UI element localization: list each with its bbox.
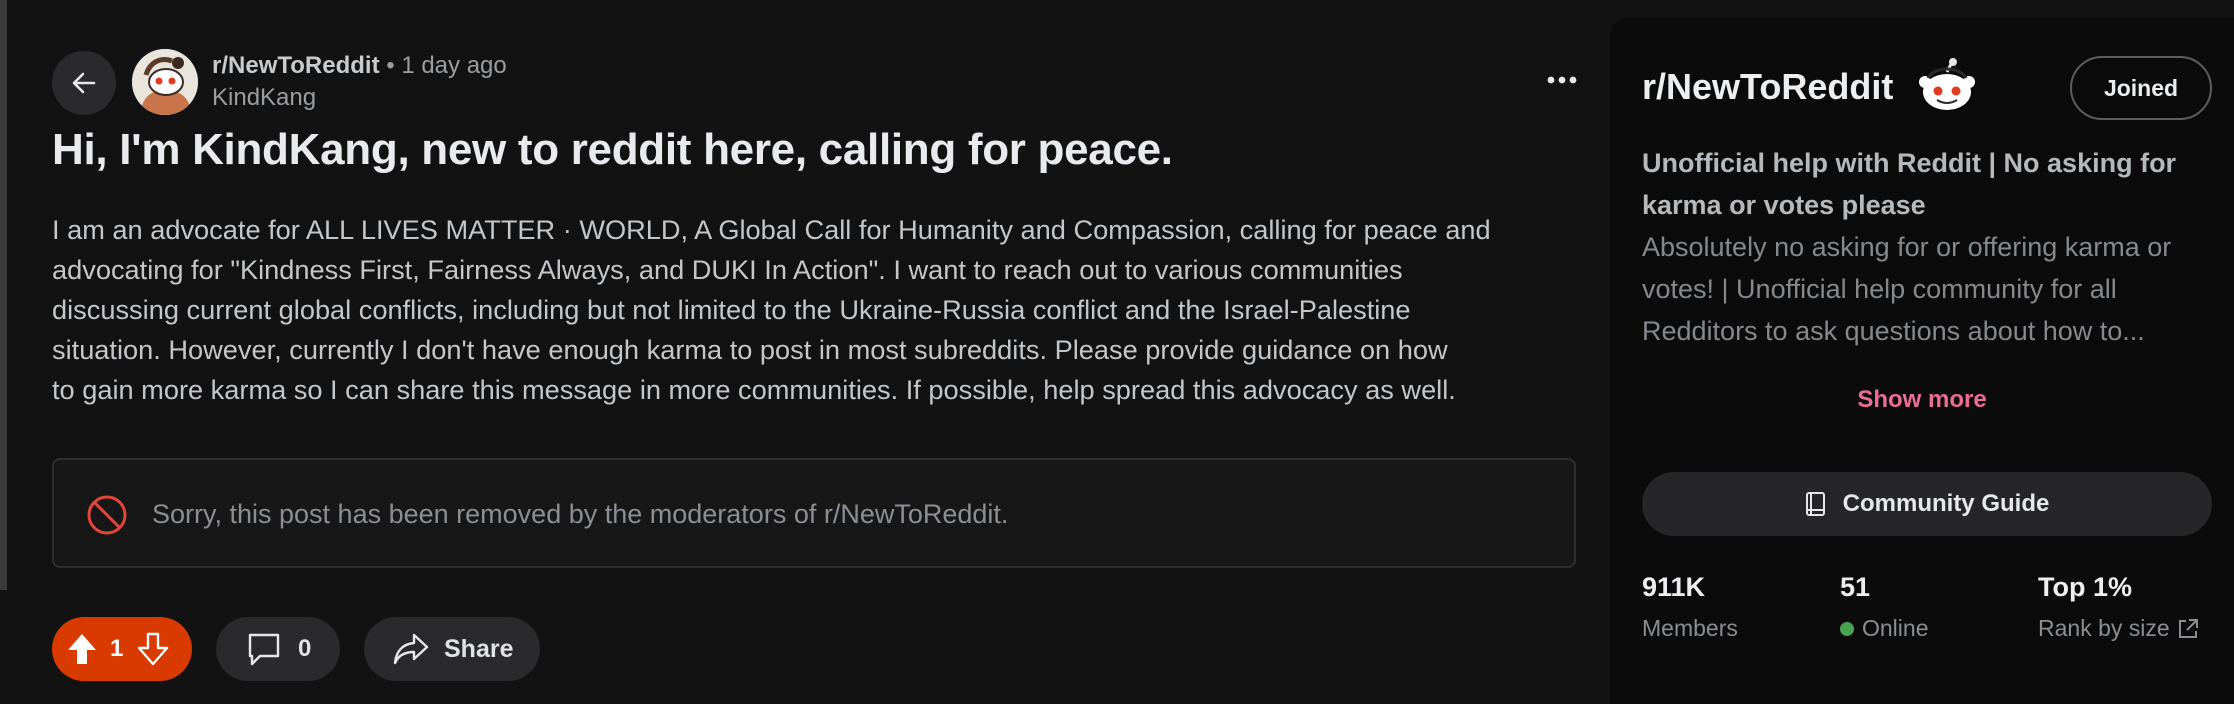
rank-value: Top 1%	[2038, 572, 2132, 602]
upvote-icon[interactable]	[66, 632, 98, 666]
more-options-button[interactable]	[1540, 62, 1584, 98]
rank-label: Rank by size	[2038, 615, 2170, 641]
post-time: 1 day ago	[401, 52, 507, 79]
subreddit-link[interactable]: r/NewToReddit	[212, 52, 380, 79]
post-body-line: to gain more karma so I can share this m…	[52, 374, 1456, 405]
members-value: 911K	[1642, 572, 1706, 602]
comments-button[interactable]: 0	[216, 617, 340, 681]
online-stat: 51 Online	[1840, 572, 1928, 642]
share-icon	[393, 633, 429, 665]
downvote-icon[interactable]	[137, 632, 169, 666]
show-more-link[interactable]: Show more	[1610, 386, 2234, 414]
post-body: I am an advocate for ALL LIVES MATTER · …	[52, 210, 1582, 410]
joined-button[interactable]: Joined	[2070, 56, 2212, 120]
community-guide-label: Community Guide	[1842, 490, 2050, 517]
post-author[interactable]: KindKang	[212, 84, 316, 112]
vote-control: 1	[52, 617, 192, 681]
community-heading: Unofficial help with Reddit | No asking …	[1642, 148, 2177, 220]
removed-notice: Sorry, this post has been removed by the…	[52, 458, 1576, 568]
book-icon	[1805, 492, 1825, 516]
post-container: r/NewToReddit • 1 day ago KindKang Hi, I…	[52, 0, 1578, 704]
members-label: Members	[1642, 615, 1738, 641]
online-label-row: Online	[1840, 615, 1928, 642]
vote-score: 1	[110, 635, 124, 662]
post-body-line: discussing current global conflicts, inc…	[52, 294, 1411, 325]
ban-icon	[87, 495, 127, 535]
online-label: Online	[1862, 615, 1929, 641]
post-title: Hi, I'm KindKang, new to reddit here, ca…	[52, 125, 1173, 174]
more-options-icon	[1547, 76, 1577, 84]
snoo-avatar-icon	[132, 49, 198, 115]
back-arrow-icon	[72, 72, 96, 94]
external-link-icon	[2178, 618, 2198, 638]
rank-label-row[interactable]: Rank by size	[2038, 615, 2200, 642]
share-label: Share	[444, 634, 514, 663]
online-dot-icon	[1840, 621, 1854, 636]
comment-icon	[248, 633, 280, 666]
post-meta: r/NewToReddit • 1 day ago	[212, 52, 507, 80]
rank-stat: Top 1% Rank by size	[2038, 572, 2200, 642]
post-body-line: advocating for "Kindness First, Fairness…	[52, 254, 1403, 285]
back-button[interactable]	[52, 51, 116, 115]
community-name[interactable]: r/NewToReddit	[1642, 66, 1893, 108]
post-body-line: situation. However, currently I don't ha…	[52, 334, 1448, 365]
snoo-icon	[1919, 58, 1975, 110]
comment-count: 0	[298, 635, 312, 662]
post-body-line: I am an advocate for ALL LIVES MATTER · …	[52, 214, 1491, 245]
community-sidebar: r/NewToReddit Joined Unofficial help wit…	[1610, 18, 2234, 704]
share-button[interactable]: Share	[364, 617, 540, 681]
community-description: Absolutely no asking for or offering kar…	[1642, 232, 2172, 346]
subreddit-avatar[interactable]	[132, 49, 198, 115]
members-stat: 911K Members	[1642, 572, 1738, 642]
online-value: 51	[1840, 572, 1871, 602]
community-guide-button[interactable]: Community Guide	[1642, 472, 2212, 536]
scrollbar[interactable]	[0, 0, 7, 590]
meta-separator: •	[386, 52, 395, 79]
removed-notice-text: Sorry, this post has been removed by the…	[152, 499, 1009, 529]
